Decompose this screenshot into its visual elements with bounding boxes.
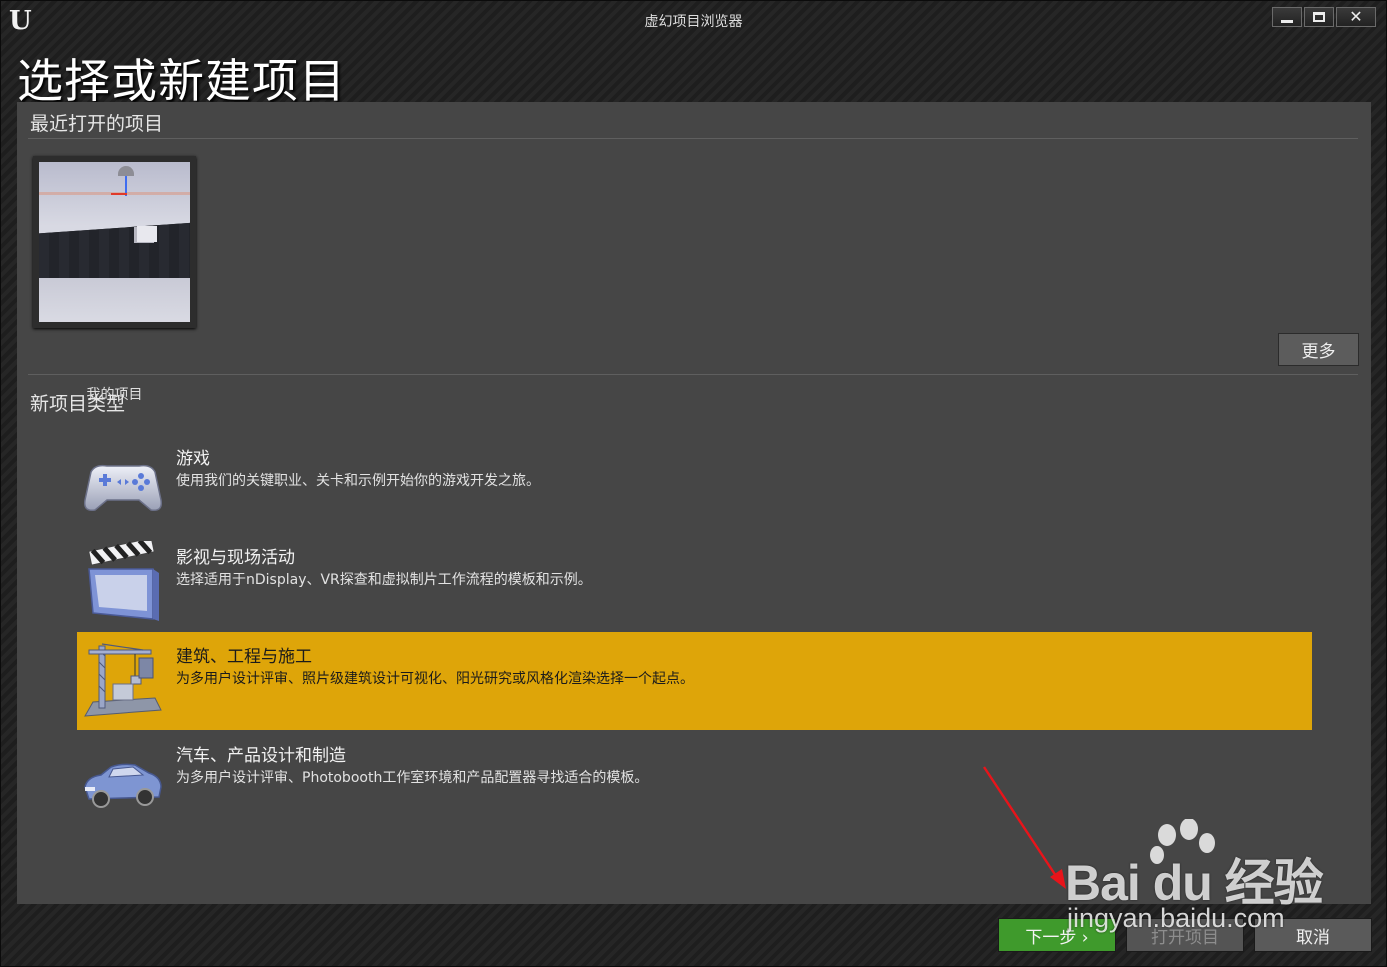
clapperboard-icon <box>88 541 159 621</box>
project-type-automotive[interactable]: 汽车、产品设计和制造 为多用户设计评审、Photobooth工作室环境和产品配置… <box>77 731 1312 829</box>
title-bar[interactable]: U 虚幻项目浏览器 ✕ <box>1 1 1386 41</box>
recent-divider <box>28 138 1358 139</box>
annotation-arrow <box>982 766 1066 889</box>
project-thumbnail-frame <box>33 156 196 328</box>
project-type-title: 建筑、工程与施工 <box>176 647 312 667</box>
main-panel: 最近打开的项目 我的项目 更多 新项目类型 游戏 使用我们的关键职业、关卡和示例… <box>17 102 1371 904</box>
project-type-description: 为多用户设计评审、照片级建筑设计可视化、阳光研究或风格化渲染选择一个起点。 <box>176 671 694 687</box>
minimize-icon <box>1281 19 1293 23</box>
crane-icon <box>84 643 162 717</box>
window-title: 虚幻项目浏览器 <box>644 14 743 30</box>
recent-projects-title: 最近打开的项目 <box>30 113 164 135</box>
project-type-title: 影视与现场活动 <box>176 548 295 568</box>
project-type-film[interactable]: 影视与现场活动 选择适用于nDisplay、VR探查和虚拟制片工作流程的模板和示… <box>77 533 1312 631</box>
maximize-icon <box>1313 12 1325 22</box>
close-icon: ✕ <box>1349 7 1363 26</box>
next-button[interactable]: 下一步 › <box>998 918 1116 952</box>
minimize-button[interactable] <box>1272 7 1302 27</box>
project-thumbnail <box>39 162 190 322</box>
close-button[interactable]: ✕ <box>1336 7 1376 27</box>
project-type-title: 游戏 <box>176 449 210 469</box>
project-type-description: 为多用户设计评审、Photobooth工作室环境和产品配置器寻找适合的模板。 <box>176 770 649 786</box>
new-project-divider <box>28 374 1358 375</box>
thumbnail-floor-front <box>39 278 190 322</box>
project-browser-window: U 虚幻项目浏览器 ✕ 选择或新建项目 最近打开的项目 我的项目 更多 新项目类… <box>0 0 1387 967</box>
maximize-button[interactable] <box>1304 7 1334 27</box>
new-project-types-title: 新项目类型 <box>30 393 126 415</box>
recent-project-tile[interactable]: 我的项目 <box>33 156 196 403</box>
car-icon <box>84 763 162 808</box>
project-type-title: 汽车、产品设计和制造 <box>176 746 346 766</box>
project-type-games[interactable]: 游戏 使用我们的关键职业、关卡和示例开始你的游戏开发之旅。 <box>77 434 1312 532</box>
gamepad-icon <box>83 464 163 512</box>
window-controls: ✕ <box>1272 7 1376 27</box>
cancel-button[interactable]: 取消 <box>1254 918 1372 952</box>
thumbnail-gizmo-top <box>118 166 134 176</box>
thumbnail-cube <box>137 226 157 242</box>
thumbnail-gizmo-x <box>111 193 127 195</box>
project-type-architecture[interactable]: 建筑、工程与施工 为多用户设计评审、照片级建筑设计可视化、阳光研究或风格化渲染选… <box>77 632 1312 730</box>
more-button[interactable]: 更多 <box>1278 333 1359 366</box>
project-type-description: 使用我们的关键职业、关卡和示例开始你的游戏开发之旅。 <box>176 473 540 489</box>
project-type-description: 选择适用于nDisplay、VR探查和虚拟制片工作流程的模板和示例。 <box>176 572 592 588</box>
open-project-button[interactable]: 打开项目 <box>1126 918 1244 952</box>
